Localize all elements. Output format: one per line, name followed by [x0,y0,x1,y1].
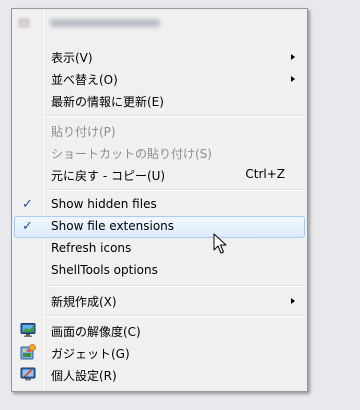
menu-item-refresh-icons[interactable]: Refresh icons [14,238,305,259]
submenu-arrow-icon [291,76,295,82]
submenu-arrow-icon [291,298,295,304]
menu-item-label: 元に戻す - コピー(U) [51,169,166,183]
menu-item-personalize[interactable]: 個人設定(R) [14,364,305,385]
menu-item-label: ショートカットの貼り付け(S) [51,147,212,161]
menu-separator [45,285,305,287]
menu-item-label: Refresh icons [51,241,132,255]
menu-item-label: Show hidden files [51,197,157,211]
menu-item-refresh[interactable]: 最新の情報に更新(E) [14,90,305,111]
menu-item-new[interactable]: 新規作成(X) [14,290,305,311]
menu-item-screen-resolution[interactable]: 画面の解像度(C) [14,320,305,341]
menu-separator [45,315,305,317]
menu-separator [45,189,305,191]
menu-item-shelltools-options[interactable]: ShellTools options [14,260,305,281]
personalize-icon [20,366,36,382]
menu-item-label: ガジェット(G) [51,347,130,361]
menu-item-label: 画面の解像度(C) [51,325,141,339]
checkmark-icon: ✓ [22,219,33,234]
submenu-arrow-icon [291,54,295,60]
menu-item-label: ShellTools options [51,263,158,277]
menu-item-label: Show file extensions [51,219,175,233]
menu-item-sort[interactable]: 並べ替え(O) [14,68,305,89]
menu-item-show-hidden-files[interactable]: ✓ Show hidden files [14,194,305,215]
menu-item-label: 貼り付け(P) [51,125,116,139]
menu-item-label: 個人設定(R) [51,369,117,383]
menu-item-label: 新規作成(X) [51,295,117,309]
menu-item-label: 並べ替え(O) [51,73,118,87]
checkmark-icon: ✓ [22,197,33,212]
monitor-icon [20,322,36,338]
menu-item-label: 最新の情報に更新(E) [51,95,164,109]
menu-item-undo-copy[interactable]: 元に戻す - コピー(U) Ctrl+Z [14,164,305,185]
blurred-header [18,15,178,31]
context-menu: 表示(V) 並べ替え(O) 最新の情報に更新(E) 貼り付け(P) ショートカッ… [11,8,308,392]
menu-item-shortcut: Ctrl+Z [245,167,285,181]
mouse-cursor-icon [213,233,227,254]
menu-item-paste[interactable]: 貼り付け(P) [14,120,305,141]
menu-item-label: 表示(V) [51,51,93,65]
menu-item-paste-shortcut[interactable]: ショートカットの貼り付け(S) [14,142,305,163]
menu-item-show-file-extensions[interactable]: ✓ Show file extensions [14,216,305,238]
gadget-icon [20,344,36,360]
menu-item-view[interactable]: 表示(V) [14,46,305,67]
menu-item-gadgets[interactable]: ガジェット(G) [14,342,305,363]
menu-separator [45,115,305,117]
